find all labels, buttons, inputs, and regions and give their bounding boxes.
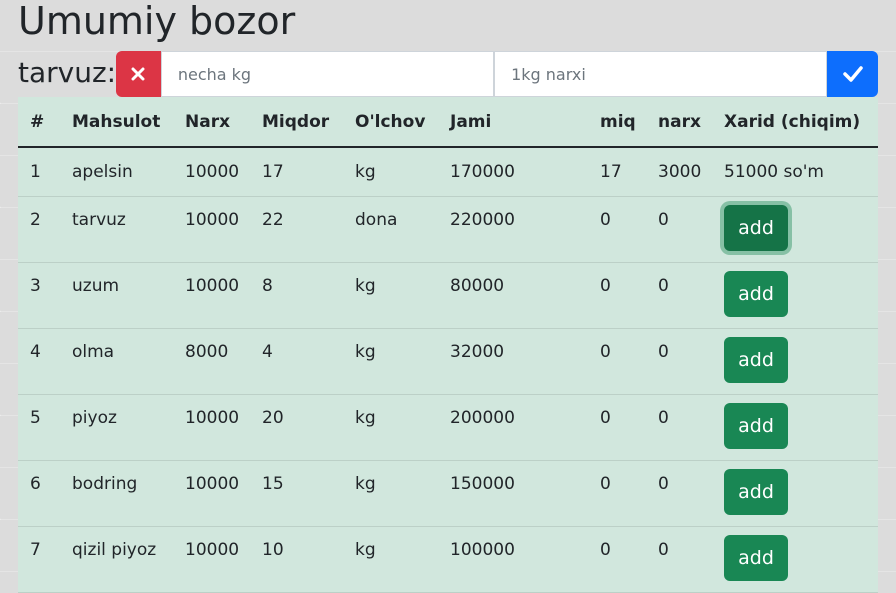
add-button[interactable]: add xyxy=(724,270,788,317)
add-button[interactable]: add xyxy=(724,204,788,251)
cell-total: 80000 xyxy=(438,262,588,329)
cell-index: 4 xyxy=(18,328,60,395)
cell-total: 32000 xyxy=(438,328,588,395)
header-total: Jami xyxy=(438,97,588,148)
confirm-button[interactable] xyxy=(827,51,879,97)
cell-product: tarvuz xyxy=(60,196,173,263)
cell-narx: 3000 xyxy=(646,147,712,197)
cell-quantity: 20 xyxy=(250,394,343,461)
header-price: Narx xyxy=(173,97,250,148)
cancel-button[interactable] xyxy=(116,51,161,97)
table-row: 5 piyoz 10000 20 kg 200000 0 0 add xyxy=(18,394,878,461)
cell-unit: kg xyxy=(343,394,438,461)
cell-miq: 0 xyxy=(588,196,646,263)
purchase-form: tarvuz: xyxy=(18,51,879,97)
cell-miq: 0 xyxy=(588,394,646,461)
table-row: 4 olma 8000 4 kg 32000 0 0 add xyxy=(18,328,878,395)
header-quantity: Miqdor xyxy=(250,97,343,148)
cell-purchase: add xyxy=(712,262,878,329)
table-row: 1 apelsin 10000 17 kg 170000 17 3000 510… xyxy=(18,147,878,197)
cell-product: olma xyxy=(60,328,173,395)
cell-unit: dona xyxy=(343,196,438,263)
selected-product-label: tarvuz: xyxy=(18,56,117,89)
cell-unit: kg xyxy=(343,526,438,593)
cell-index: 3 xyxy=(18,262,60,329)
header-miq: miq xyxy=(588,97,646,148)
products-table-container: # Mahsulot Narx Miqdor O'lchov Jami miq … xyxy=(18,97,878,593)
cell-unit: kg xyxy=(343,460,438,527)
add-button[interactable]: add xyxy=(724,534,788,581)
cell-unit: kg xyxy=(343,328,438,395)
cell-total: 220000 xyxy=(438,196,588,263)
cell-purchase: add xyxy=(712,526,878,593)
table-row: 7 qizil piyoz 10000 10 kg 100000 0 0 add xyxy=(18,526,878,593)
cell-total: 170000 xyxy=(438,147,588,197)
cell-product: piyoz xyxy=(60,394,173,461)
table-row: 3 uzum 10000 8 kg 80000 0 0 add xyxy=(18,262,878,329)
products-table: # Mahsulot Narx Miqdor O'lchov Jami miq … xyxy=(18,97,878,593)
cell-quantity: 15 xyxy=(250,460,343,527)
cell-purchase: add xyxy=(712,460,878,527)
check-icon xyxy=(842,66,863,82)
cell-total: 100000 xyxy=(438,526,588,593)
cell-price: 10000 xyxy=(173,262,250,329)
cell-miq: 0 xyxy=(588,526,646,593)
cell-narx: 0 xyxy=(646,526,712,593)
header-index: # xyxy=(18,97,60,148)
cell-miq: 0 xyxy=(588,262,646,329)
cell-index: 2 xyxy=(18,196,60,263)
cell-index: 5 xyxy=(18,394,60,461)
cell-miq: 0 xyxy=(588,328,646,395)
header-unit: O'lchov xyxy=(343,97,438,148)
cell-index: 6 xyxy=(18,460,60,527)
cell-product: qizil piyoz xyxy=(60,526,173,593)
header-narx: narx xyxy=(646,97,712,148)
kg-input[interactable] xyxy=(160,51,495,97)
cell-index: 7 xyxy=(18,526,60,593)
cell-purchase-amount: 51000 so'm xyxy=(712,147,878,197)
cell-narx: 0 xyxy=(646,394,712,461)
cell-unit: kg xyxy=(343,147,438,197)
cell-total: 200000 xyxy=(438,394,588,461)
cell-index: 1 xyxy=(18,147,60,197)
add-button[interactable]: add xyxy=(724,336,788,383)
cell-purchase: add xyxy=(712,394,878,461)
cell-total: 150000 xyxy=(438,460,588,527)
add-button[interactable]: add xyxy=(724,402,788,449)
cell-narx: 0 xyxy=(646,196,712,263)
cell-product: apelsin xyxy=(60,147,173,197)
cell-purchase: add xyxy=(712,328,878,395)
price-per-kg-input[interactable] xyxy=(494,51,828,97)
cell-price: 10000 xyxy=(173,526,250,593)
cell-quantity: 22 xyxy=(250,196,343,263)
cell-unit: kg xyxy=(343,262,438,329)
cell-price: 8000 xyxy=(173,328,250,395)
add-button[interactable]: add xyxy=(724,468,788,515)
cell-narx: 0 xyxy=(646,460,712,527)
cell-narx: 0 xyxy=(646,262,712,329)
cell-quantity: 8 xyxy=(250,262,343,329)
cell-quantity: 17 xyxy=(250,147,343,197)
cell-price: 10000 xyxy=(173,196,250,263)
page-title: Umumiy bozor xyxy=(18,0,296,43)
cell-product: uzum xyxy=(60,262,173,329)
cell-purchase: add xyxy=(712,196,878,263)
cell-quantity: 10 xyxy=(250,526,343,593)
cell-product: bodring xyxy=(60,460,173,527)
header-purchase: Xarid (chiqim) xyxy=(712,97,878,148)
cell-price: 10000 xyxy=(173,460,250,527)
cell-price: 10000 xyxy=(173,394,250,461)
close-icon xyxy=(131,67,145,81)
cell-miq: 17 xyxy=(588,147,646,197)
cell-miq: 0 xyxy=(588,460,646,527)
header-product: Mahsulot xyxy=(60,97,173,148)
table-row: 6 bodring 10000 15 kg 150000 0 0 add xyxy=(18,460,878,527)
cell-quantity: 4 xyxy=(250,328,343,395)
table-row: 2 tarvuz 10000 22 dona 220000 0 0 add xyxy=(18,196,878,263)
cell-narx: 0 xyxy=(646,328,712,395)
table-header-row: # Mahsulot Narx Miqdor O'lchov Jami miq … xyxy=(18,97,878,148)
cell-price: 10000 xyxy=(173,147,250,197)
